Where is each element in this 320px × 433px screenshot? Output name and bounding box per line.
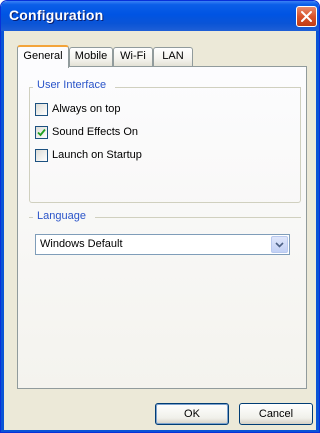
title-bar[interactable]: Configuration [1, 1, 319, 31]
always-on-top-label: Always on top [52, 103, 121, 115]
sound-effects-label: Sound Effects On [52, 126, 139, 138]
tab-wifi[interactable]: Wi-Fi [113, 47, 153, 66]
group-divider [115, 87, 301, 88]
language-title: Language [37, 210, 86, 222]
ok-button[interactable]: OK [155, 403, 229, 425]
window-frame-left [1, 31, 4, 432]
window-frame-right [316, 31, 319, 432]
user-interface-title: User Interface [37, 79, 107, 91]
window-title: Configuration [9, 7, 104, 23]
launch-on-startup-label: Launch on Startup [52, 149, 142, 161]
cancel-button[interactable]: Cancel [239, 403, 313, 425]
dropdown-button[interactable] [271, 236, 288, 253]
checkmark-icon [37, 128, 46, 137]
close-button[interactable] [296, 6, 317, 27]
close-icon [301, 11, 312, 22]
tab-mobile[interactable]: Mobile [69, 47, 113, 66]
group-divider [29, 217, 33, 218]
configuration-dialog: Configuration General Mobile Wi-Fi LAN U… [0, 0, 320, 433]
group-divider [29, 87, 33, 88]
language-select[interactable]: Windows Default [35, 234, 290, 255]
always-on-top-checkbox[interactable] [35, 103, 48, 116]
language-select-value: Windows Default [40, 238, 123, 250]
tab-general[interactable]: General [17, 45, 69, 68]
tab-lan[interactable]: LAN [153, 47, 193, 66]
launch-on-startup-checkbox[interactable] [35, 149, 48, 162]
chevron-down-icon [275, 242, 284, 248]
sound-effects-checkbox[interactable] [35, 126, 48, 139]
group-divider [95, 217, 301, 218]
